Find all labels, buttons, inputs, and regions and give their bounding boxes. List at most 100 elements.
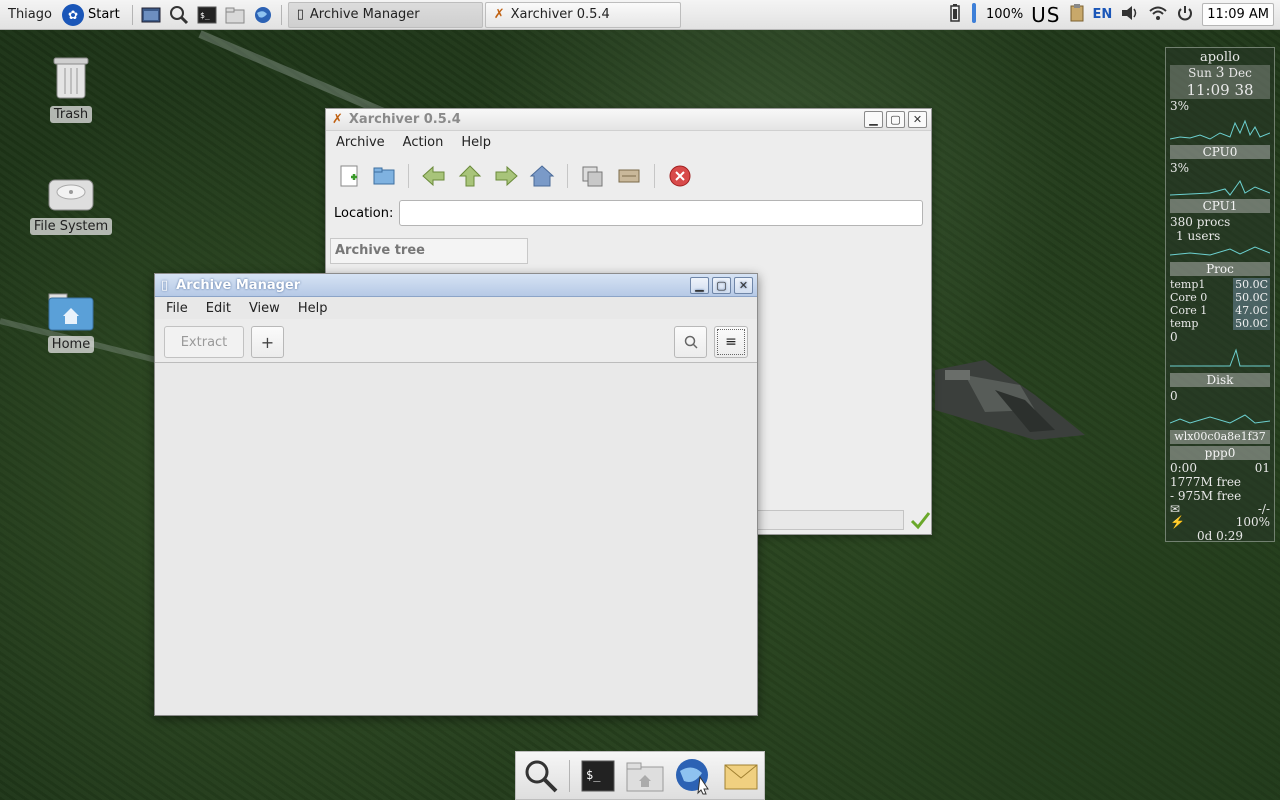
net-time-row: 0:00 01 [1170, 461, 1270, 475]
terminal-icon[interactable]: $_ [580, 759, 615, 793]
web-browser-icon[interactable] [674, 757, 713, 795]
users: 1 users [1176, 229, 1221, 243]
extract-icon[interactable] [580, 164, 606, 188]
desktop-icon-home[interactable]: Home [26, 292, 116, 353]
cpu1-graph [1169, 175, 1271, 197]
cpu1-pct: 3% [1170, 161, 1190, 175]
archive-manager-titlebar[interactable]: ▯ Archive Manager ▁ ▢ ✕ [155, 274, 757, 297]
menu-archive[interactable]: Archive [336, 135, 385, 150]
menu-view[interactable]: View [249, 301, 280, 316]
keyboard-layout[interactable]: US [1031, 3, 1060, 27]
home-icon[interactable] [529, 164, 555, 188]
cpu0-graph [1169, 113, 1271, 143]
language-indicator[interactable]: EN [1093, 7, 1113, 22]
date-month: Dec [1228, 66, 1252, 80]
menu-help[interactable]: Help [298, 301, 328, 316]
forward-arrow-icon[interactable] [493, 164, 519, 188]
search-icon[interactable] [165, 2, 193, 28]
archive-content-area[interactable] [155, 363, 757, 713]
close-button[interactable]: ✕ [908, 111, 927, 128]
stop-icon[interactable] [667, 164, 693, 188]
dock-separator [569, 759, 570, 792]
clock[interactable]: 11:09 AM [1202, 3, 1274, 26]
disk-val: 0 [1170, 389, 1178, 403]
archive-icon: ▯ [296, 7, 304, 22]
archive-tree-header[interactable]: Archive tree [330, 238, 528, 264]
search-icon[interactable] [522, 757, 559, 795]
disk-label: Disk [1170, 373, 1270, 387]
clipboard-icon[interactable] [1069, 3, 1085, 27]
up-arrow-icon[interactable] [457, 164, 483, 188]
brightness-icon[interactable] [970, 2, 978, 28]
battery-percent: 100% [986, 7, 1024, 22]
location-bar: Location: [326, 200, 931, 226]
battery-row: ⚡ 100% [1170, 515, 1270, 529]
bottom-dock: $_ [515, 751, 765, 800]
add-files-icon[interactable] [616, 164, 642, 188]
home-folder-icon [48, 293, 94, 331]
task-label: Archive Manager [309, 7, 420, 22]
temp-row: temp1 50.0C [1170, 278, 1270, 291]
trash-icon [53, 57, 89, 99]
svg-text:$_: $_ [586, 768, 601, 782]
shutdown-icon[interactable] [1176, 4, 1194, 26]
cpu0-label: CPU0 [1170, 145, 1270, 159]
menu-action[interactable]: Action [403, 135, 444, 150]
start-button[interactable]: ✿ Start [60, 3, 128, 26]
battery-icon[interactable] [948, 3, 962, 27]
archive-manager-menubar: File Edit View Help [155, 297, 757, 319]
menu-edit[interactable]: Edit [206, 301, 231, 316]
volume-icon[interactable] [1120, 4, 1140, 26]
desktop-icon-label: Home [47, 336, 95, 353]
web-browser-icon[interactable] [249, 2, 277, 28]
wifi-icon[interactable] [1148, 5, 1168, 25]
cpu0-pct: 3% [1170, 99, 1190, 113]
task-xarchiver[interactable]: ✗ Xarchiver 0.5.4 [484, 1, 681, 28]
home-folder-icon[interactable] [221, 2, 249, 28]
home-folder-icon[interactable] [625, 759, 664, 793]
plug-icon: ⚡ [1170, 515, 1185, 529]
start-logo-icon: ✿ [61, 3, 84, 26]
close-button[interactable]: ✕ [734, 276, 753, 294]
terminal-icon[interactable]: $_ [193, 2, 221, 28]
menu-file[interactable]: File [166, 301, 188, 316]
xarchiver-menubar: Archive Action Help [326, 131, 931, 154]
back-arrow-icon[interactable] [421, 164, 447, 188]
date-row: Sun 3 Dec [1170, 65, 1270, 81]
disk-graph [1169, 414, 1271, 424]
proc-graph [1169, 246, 1271, 256]
hamburger-menu-button[interactable]: ≡ [714, 326, 748, 358]
desktop-icon-label: Trash [49, 106, 93, 123]
extract-button[interactable]: Extract [164, 326, 244, 358]
maximize-button[interactable]: ▢ [712, 276, 731, 294]
hard-drive-icon [48, 179, 94, 211]
minimize-button[interactable]: ▁ [864, 111, 883, 128]
jet-plane-image [935, 360, 1085, 440]
mail-icon[interactable] [723, 759, 758, 793]
time: 11:09 38 [1170, 81, 1270, 99]
proc-label: Proc [1170, 262, 1270, 276]
add-files-button[interactable]: + [251, 326, 284, 358]
panel-separator [131, 4, 133, 25]
show-desktop-icon[interactable] [137, 2, 165, 28]
desktop-icon-file-system[interactable]: File System [26, 176, 116, 235]
task-archive-manager[interactable]: ▯ Archive Manager [287, 1, 483, 28]
maximize-button[interactable]: ▢ [886, 111, 905, 128]
location-input[interactable] [399, 200, 923, 226]
xarchiver-titlebar[interactable]: ✗ Xarchiver 0.5.4 ▁ ▢ ✕ [326, 109, 931, 131]
open-folder-icon[interactable] [372, 164, 396, 188]
menu-help[interactable]: Help [461, 135, 491, 150]
archive-icon: ▯ [161, 277, 169, 293]
uptime: 0d 0:29 [1196, 529, 1244, 543]
minimize-button[interactable]: ▁ [690, 276, 709, 294]
system-monitor-widget: apollo Sun 3 Dec 11:09 38 3% CPU0 3% CPU… [1165, 47, 1275, 543]
temp-row: Core 1 47.0C [1170, 304, 1270, 317]
mem-free: 1777M free [1170, 475, 1242, 489]
location-label: Location: [334, 205, 394, 221]
date-num: 3 [1215, 65, 1225, 81]
hostname: apollo [1199, 50, 1241, 65]
search-button[interactable] [674, 326, 707, 358]
temp-row: temp 50.0C [1170, 317, 1270, 330]
new-archive-icon[interactable] [338, 164, 362, 188]
desktop-icon-trash[interactable]: Trash [26, 52, 116, 123]
